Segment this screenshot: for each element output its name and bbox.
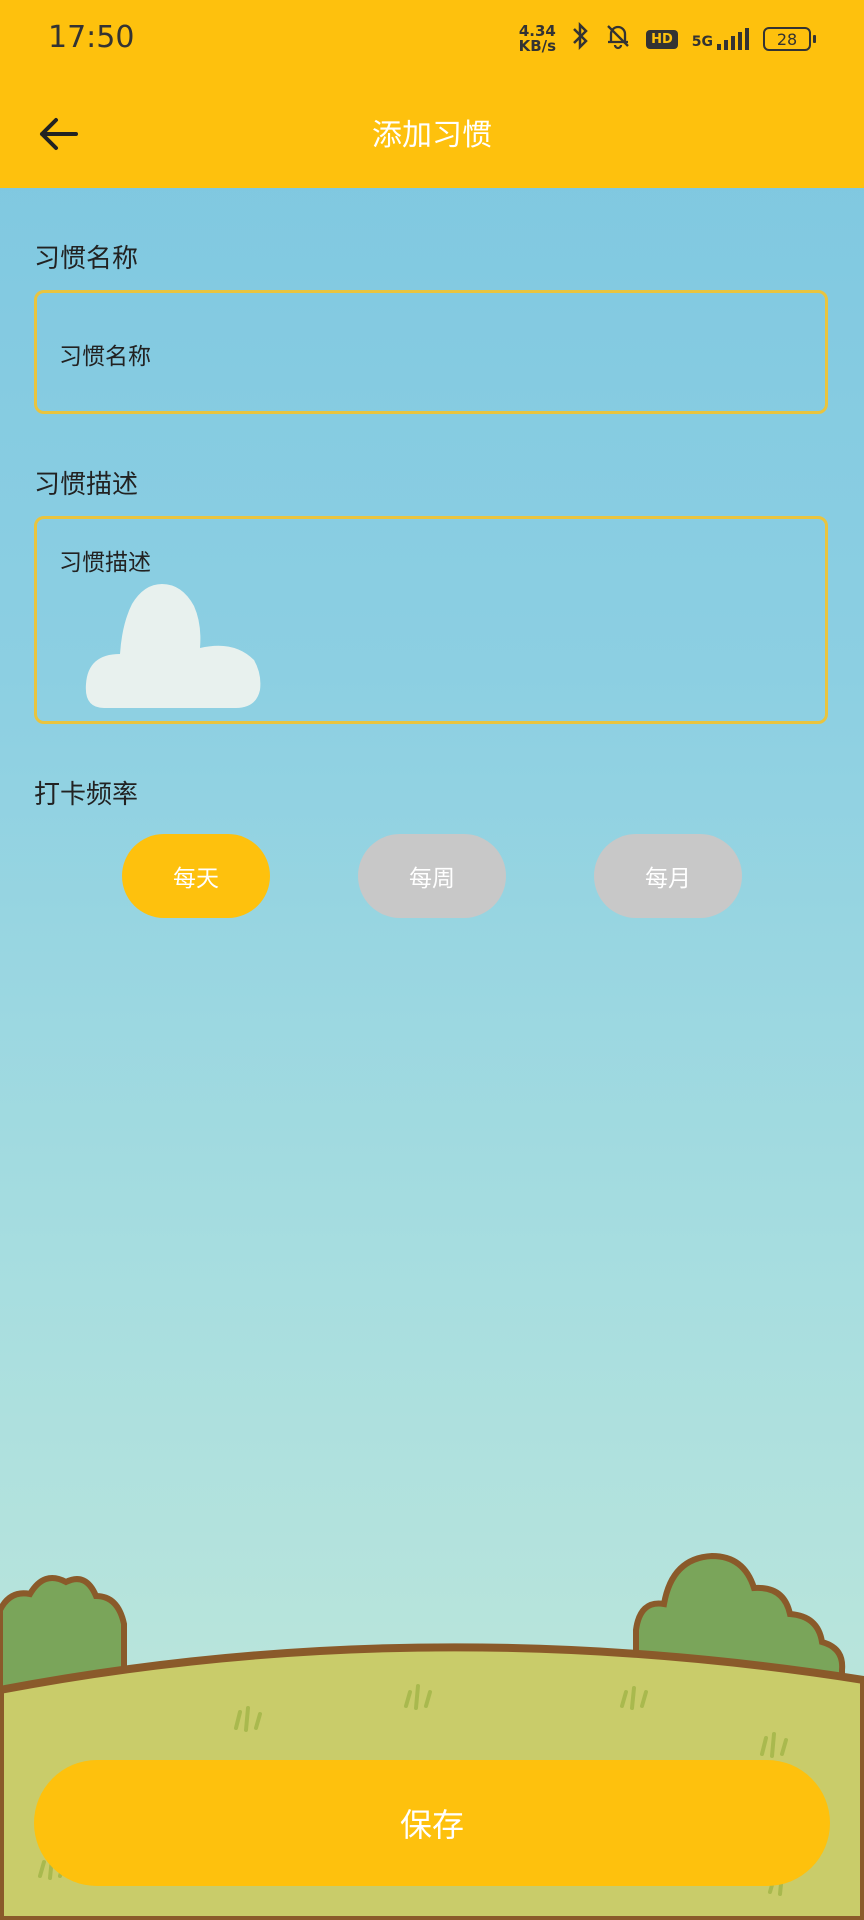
frequency-weekly-button[interactable]: 每周 [358, 834, 506, 918]
status-bar: 17:50 4.34 KB/s HD 5G 28 [0, 0, 864, 80]
network-speed-unit: KB/s [518, 37, 557, 55]
signal-bars-icon [717, 28, 749, 50]
frequency-daily-button[interactable]: 每天 [122, 834, 270, 918]
battery-icon: 28 [763, 27, 816, 51]
status-icons: 4.34 KB/s HD 5G 28 [519, 21, 816, 56]
battery-level: 28 [763, 27, 811, 51]
hd-badge: HD [646, 29, 678, 49]
frequency-label: 打卡频率 [34, 780, 139, 810]
network-type: 5G [691, 34, 713, 50]
save-button[interactable]: 保存 [34, 1760, 830, 1886]
cloud-decoration [85, 584, 261, 708]
cellular-signal: 5G [692, 28, 749, 50]
bell-muted-icon [604, 22, 632, 56]
habit-description-placeholder: 习惯描述 [59, 550, 151, 576]
habit-description-label: 习惯描述 [34, 470, 139, 500]
page-title: 添加习惯 [372, 118, 492, 153]
habit-name-label: 习惯名称 [34, 244, 139, 274]
frequency-monthly-button[interactable]: 每月 [594, 834, 742, 918]
bluetooth-icon [570, 21, 590, 56]
habit-name-input[interactable]: 习惯名称 [34, 290, 828, 414]
habit-name-placeholder: 习惯名称 [59, 344, 151, 370]
network-speed: 4.34 KB/s [519, 24, 556, 54]
app-bar: 添加习惯 [0, 80, 864, 188]
status-time: 17:50 [48, 20, 135, 55]
